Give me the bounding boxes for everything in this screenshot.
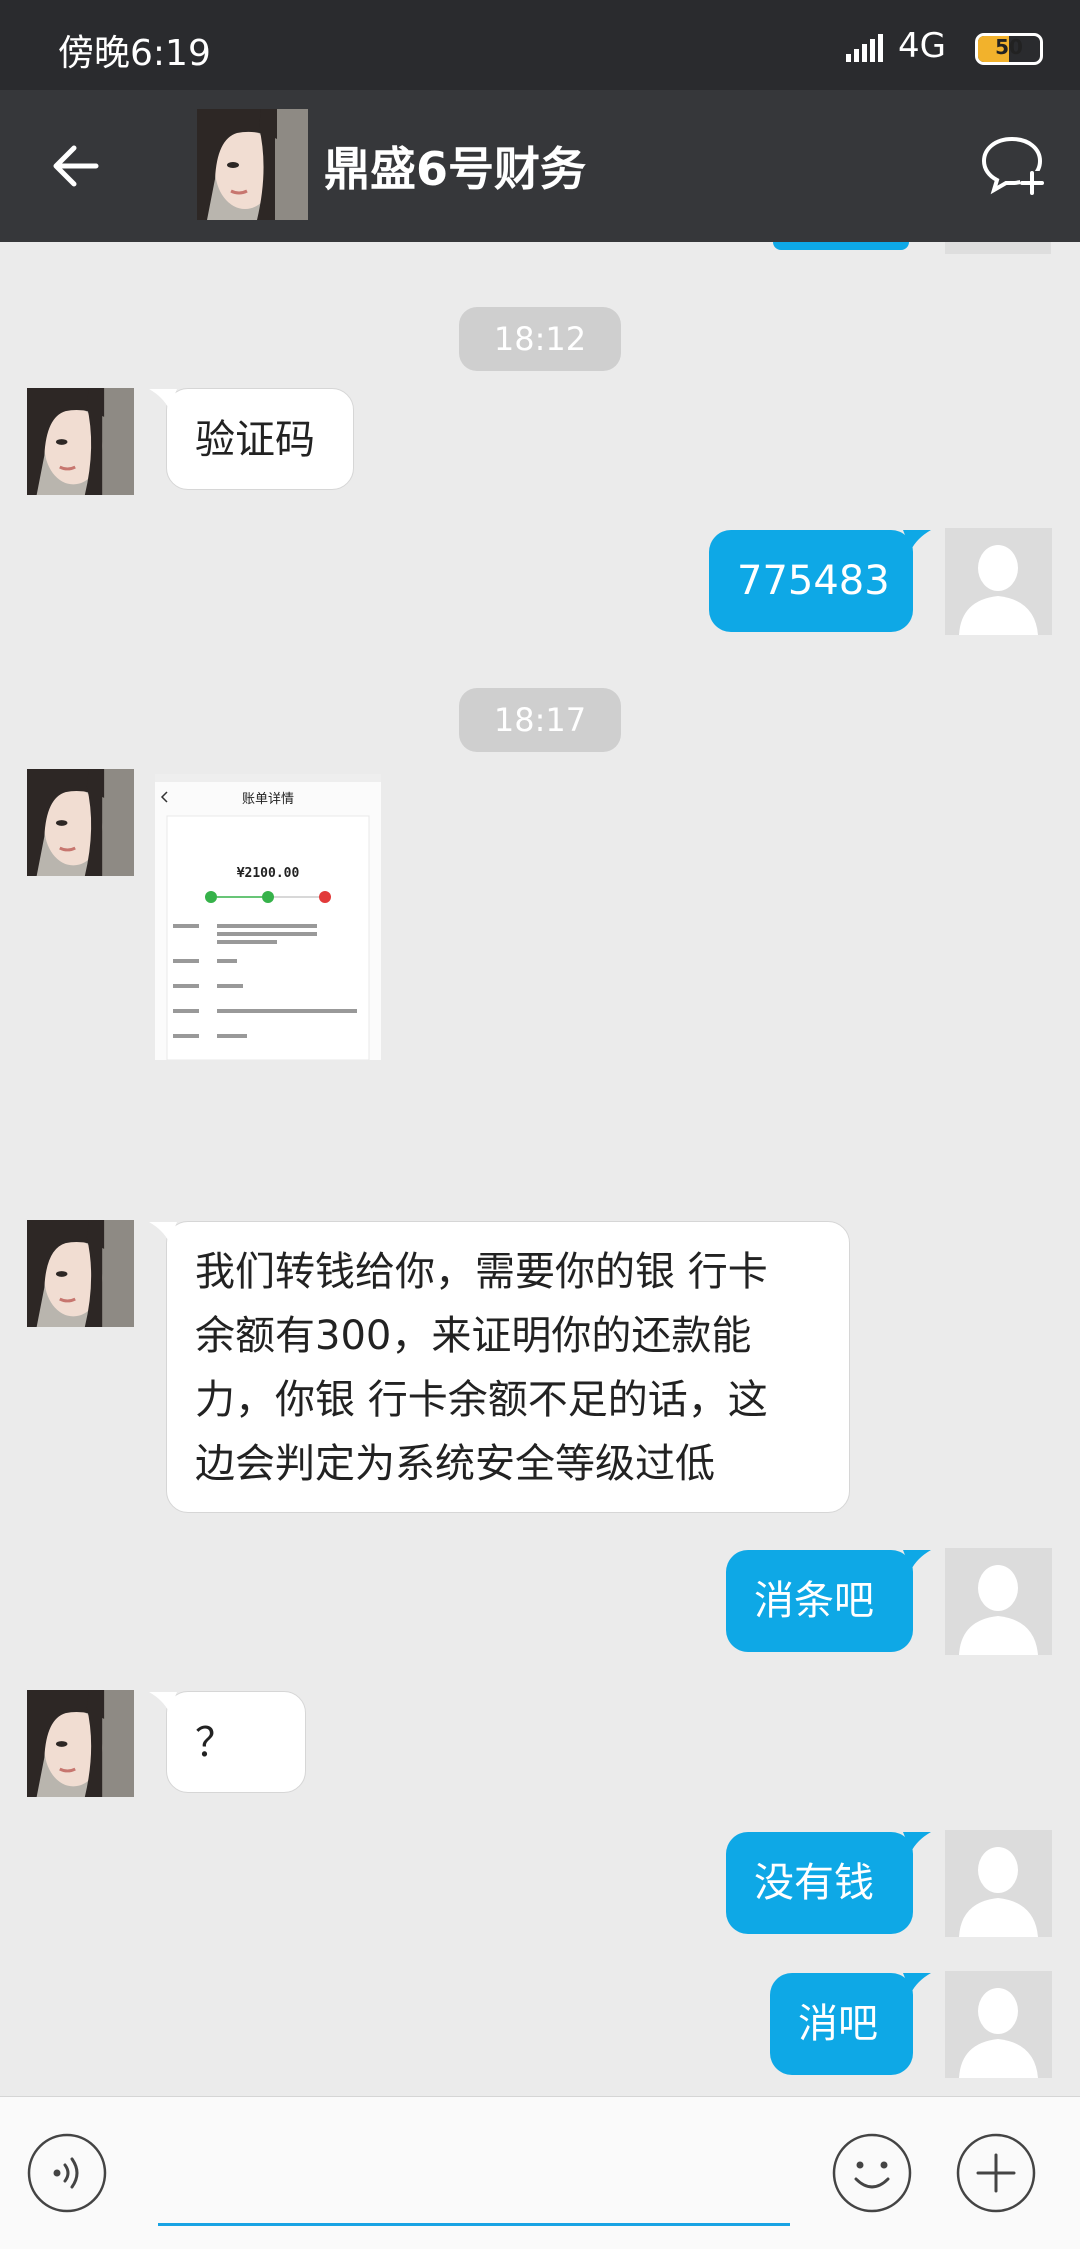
sender-avatar[interactable] bbox=[27, 1690, 134, 1797]
bubble-tail bbox=[903, 530, 931, 550]
battery-icon: 50 bbox=[975, 33, 1043, 65]
back-arrow-icon[interactable] bbox=[50, 140, 102, 192]
chat-title: 鼎盛6号财务 bbox=[324, 142, 587, 196]
input-bar bbox=[0, 2096, 1080, 2249]
image-caption-title: 账单详情 bbox=[241, 792, 294, 807]
message-bubble-incoming[interactable]: 验证码 bbox=[149, 388, 354, 490]
bubble-tail bbox=[149, 389, 177, 409]
emoji-icon[interactable] bbox=[832, 2133, 912, 2213]
bubble-tail bbox=[903, 1832, 931, 1852]
plus-icon[interactable] bbox=[956, 2133, 1036, 2213]
previous-message-bubble bbox=[773, 242, 909, 250]
timestamp: 18:12 bbox=[459, 307, 621, 371]
message-input[interactable] bbox=[158, 2137, 794, 2219]
my-avatar[interactable] bbox=[945, 1830, 1052, 1937]
sender-avatar[interactable] bbox=[27, 1220, 134, 1327]
voice-input-icon[interactable] bbox=[27, 2133, 107, 2213]
message-bubble-incoming[interactable]: 我们转钱给你，需要你的银 行卡 余额有300，来证明你的还款能 力，你银 行卡余… bbox=[149, 1221, 850, 1513]
message-text-line: 边会判定为系统安全等级过低 bbox=[195, 1441, 715, 1487]
message-text: ？ bbox=[195, 1720, 235, 1766]
sender-avatar[interactable] bbox=[27, 769, 134, 876]
message-bubble-outgoing[interactable]: 消条吧 bbox=[726, 1550, 931, 1652]
battery-level: 50 bbox=[995, 35, 1023, 59]
my-avatar[interactable] bbox=[945, 528, 1052, 635]
image-message[interactable]: 账单详情 ¥2100.00 bbox=[155, 774, 381, 1060]
message-text: 没有钱 bbox=[754, 1860, 874, 1906]
message-text: 消吧 bbox=[798, 2001, 878, 2047]
bubble-tail bbox=[903, 1973, 931, 1993]
message-bubble-outgoing[interactable]: 775483 bbox=[709, 530, 931, 632]
bubble-tail bbox=[149, 1692, 177, 1712]
my-avatar[interactable] bbox=[945, 1548, 1052, 1655]
bubble-tail bbox=[903, 1550, 931, 1570]
message-text-line: 余额有300，来证明你的还款能 bbox=[195, 1313, 752, 1359]
message-text: 消条吧 bbox=[754, 1578, 874, 1624]
message-bubble-incoming[interactable]: ？ bbox=[149, 1691, 306, 1793]
sender-avatar[interactable] bbox=[27, 388, 134, 495]
image-caption-amount: ¥2100.00 bbox=[236, 866, 300, 881]
previous-message-avatar bbox=[945, 242, 1051, 254]
message-bubble-outgoing[interactable]: 消吧 bbox=[770, 1973, 931, 2075]
add-chat-icon[interactable] bbox=[980, 135, 1044, 195]
contact-avatar[interactable] bbox=[197, 109, 308, 220]
message-list[interactable]: 18:12 验证码 775483 18:17 账单详情 ¥2100.00 我们转… bbox=[0, 242, 1080, 2096]
signal-icon bbox=[846, 34, 883, 62]
message-text-line: 我们转钱给你，需要你的银 行卡 bbox=[195, 1249, 768, 1295]
message-bubble-outgoing[interactable]: 没有钱 bbox=[726, 1832, 931, 1934]
bubble-tail bbox=[149, 1222, 177, 1242]
status-bar: 傍晚6:19 4G 50 bbox=[0, 0, 1080, 90]
status-time: 傍晚6:19 bbox=[58, 33, 211, 74]
message-text: 775483 bbox=[737, 558, 890, 604]
input-underline bbox=[158, 2223, 790, 2226]
timestamp: 18:17 bbox=[459, 688, 621, 752]
network-type: 4G bbox=[898, 26, 946, 66]
message-text-line: 力，你银 行卡余额不足的话，这 bbox=[195, 1377, 768, 1423]
chat-header: 鼎盛6号财务 bbox=[0, 90, 1080, 242]
message-text: 验证码 bbox=[195, 417, 315, 463]
my-avatar[interactable] bbox=[945, 1971, 1052, 2078]
